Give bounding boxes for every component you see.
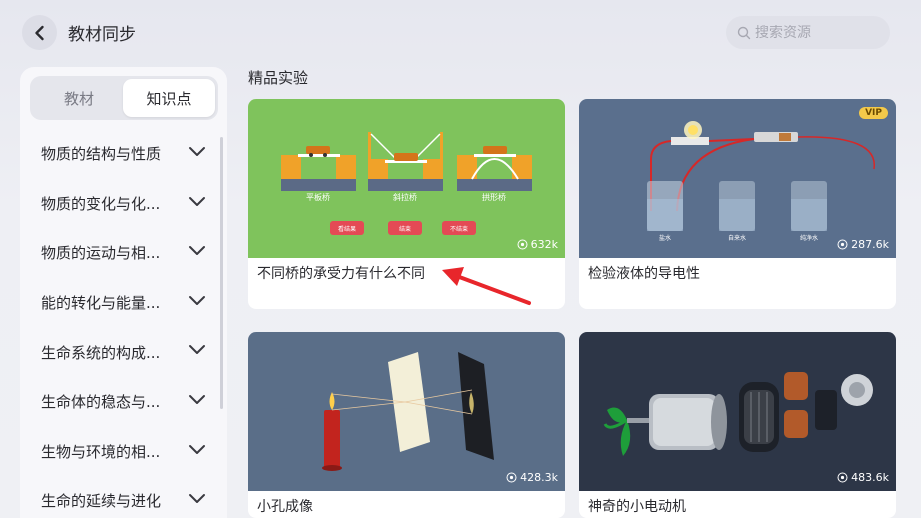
category-item[interactable]: 生命的延续与进化: [20, 476, 220, 518]
pinhole-illustration: [248, 332, 565, 491]
view-count: 483.6k: [837, 471, 889, 484]
category-label: 物质的结构与性质: [41, 145, 162, 164]
thumb-button-label: 看结果: [338, 225, 356, 233]
view-count-text: 483.6k: [851, 471, 889, 484]
experiment-card[interactable]: 428.3k 小孔成像: [248, 332, 565, 518]
tab-knowledge-points[interactable]: 知识点: [123, 79, 215, 117]
category-label: 物质的运动与相...: [41, 244, 161, 263]
category-item[interactable]: 能的转化与能量...: [20, 278, 220, 328]
sidebar: 教材 知识点 物质的结构与性质 物质的变化与化... 物质的运动与相... 能的…: [20, 67, 227, 518]
beaker-label: 盐水: [659, 234, 671, 242]
chevron-down-icon: [188, 493, 206, 504]
category-item[interactable]: 生命系统的构成...: [20, 327, 220, 377]
segmented-control: 教材 知识点: [30, 76, 218, 120]
bridge-label: 拱形桥: [482, 192, 506, 202]
view-count-text: 287.6k: [851, 238, 889, 251]
card-title: 小孔成像: [257, 499, 313, 515]
card-title: 检验液体的导电性: [588, 266, 700, 282]
search-box[interactable]: [726, 16, 890, 49]
search-input[interactable]: [755, 24, 875, 41]
category-label: 能的转化与能量...: [41, 294, 161, 313]
chevron-down-icon: [188, 245, 206, 256]
annotation-arrow: [442, 267, 531, 305]
vip-badge: VIP: [859, 107, 888, 119]
chevron-down-icon: [188, 295, 206, 306]
chevron-left-icon: [33, 25, 47, 41]
card-thumbnail: 平板桥 斜拉桥 拱形桥 看结果 结束 不结束 632k: [248, 99, 565, 258]
card-thumbnail: 483.6k: [579, 332, 896, 491]
category-list: 物质的结构与性质 物质的变化与化... 物质的运动与相... 能的转化与能量..…: [20, 129, 220, 518]
view-count: 287.6k: [837, 238, 889, 251]
chevron-down-icon: [188, 196, 206, 207]
beaker-label: 自来水: [728, 234, 746, 242]
experiment-card[interactable]: 盐水 自来水 纯净水 VIP 287.6k 检验液体的导电性: [579, 99, 896, 309]
card-title: 不同桥的承受力有什么不同: [257, 266, 425, 282]
bridge-label: 平板桥: [306, 192, 330, 202]
eye-icon: [506, 472, 517, 483]
back-button[interactable]: [22, 15, 57, 50]
eye-icon: [837, 239, 848, 250]
bridges-illustration: 平板桥 斜拉桥 拱形桥 看结果 结束 不结束: [248, 99, 565, 258]
beaker-label: 纯净水: [800, 234, 818, 242]
view-count: 632k: [517, 238, 558, 251]
category-item[interactable]: 物质的运动与相...: [20, 228, 220, 278]
sidebar-scrollbar[interactable]: [220, 137, 223, 409]
chevron-down-icon: [188, 444, 206, 455]
category-label: 生命系统的构成...: [41, 343, 161, 362]
view-count-text: 632k: [530, 238, 558, 251]
card-title: 神奇的小电动机: [588, 499, 686, 515]
category-item[interactable]: 物质的变化与化...: [20, 179, 220, 229]
chevron-down-icon: [188, 394, 206, 405]
tab-textbook[interactable]: 教材: [33, 79, 125, 117]
eye-icon: [517, 239, 528, 250]
page-title: 教材同步: [68, 25, 136, 45]
category-item[interactable]: 物质的结构与性质: [20, 129, 220, 179]
thumb-button-label: 不结束: [450, 225, 468, 233]
bridge-label: 斜拉桥: [393, 192, 417, 202]
search-icon: [737, 26, 751, 40]
category-item[interactable]: 生命体的稳态与...: [20, 377, 220, 427]
category-item[interactable]: 生物与环境的相...: [20, 427, 220, 477]
card-thumbnail: 盐水 自来水 纯净水 VIP 287.6k: [579, 99, 896, 258]
section-title: 精品实验: [248, 69, 309, 87]
category-label: 物质的变化与化...: [41, 194, 161, 213]
motor-illustration: [579, 332, 896, 491]
view-count: 428.3k: [506, 471, 558, 484]
category-label: 生物与环境的相...: [41, 442, 161, 461]
view-count-text: 428.3k: [520, 471, 558, 484]
chevron-down-icon: [188, 344, 206, 355]
conductivity-illustration: 盐水 自来水 纯净水: [579, 99, 896, 258]
category-label: 生命的延续与进化: [41, 492, 162, 511]
card-thumbnail: 428.3k: [248, 332, 565, 491]
thumb-button-label: 结束: [399, 225, 411, 233]
category-label: 生命体的稳态与...: [41, 393, 161, 412]
eye-icon: [837, 472, 848, 483]
experiment-card[interactable]: 483.6k 神奇的小电动机: [579, 332, 896, 518]
chevron-down-icon: [188, 146, 206, 157]
